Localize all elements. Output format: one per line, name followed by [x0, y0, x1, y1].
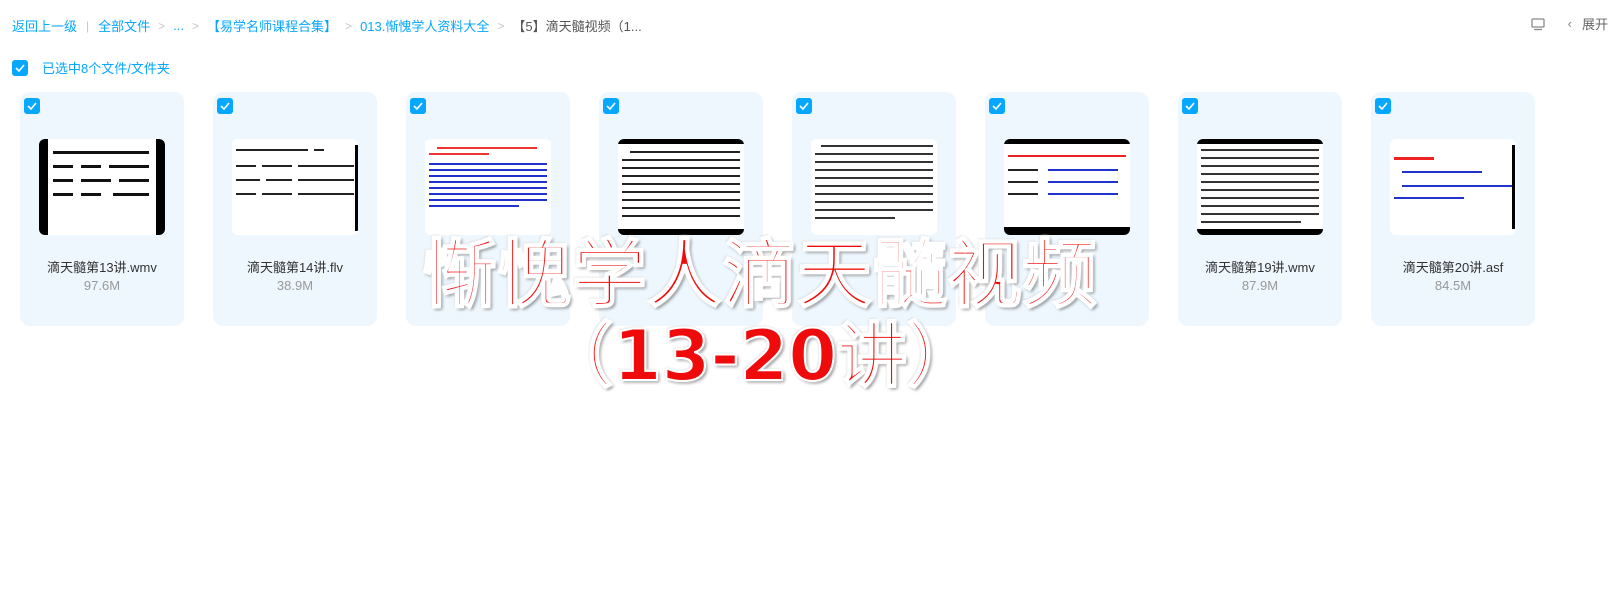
- file-checkbox[interactable]: [603, 98, 619, 114]
- check-icon: [606, 102, 616, 110]
- breadcrumb-separator: >: [158, 18, 166, 33]
- file-size: 38.9M: [276, 278, 314, 293]
- selection-count: 已选中8个文件/文件夹: [42, 61, 170, 76]
- breadcrumb-current: 【5】滴天髓视频（1...: [512, 19, 642, 34]
- file-thumbnail: [811, 139, 937, 235]
- file-thumbnail: [1004, 139, 1130, 235]
- file-checkbox[interactable]: [24, 98, 40, 114]
- file-thumbnail: [618, 139, 744, 235]
- monitor-icon[interactable]: [1530, 16, 1546, 32]
- breadcrumb-separator: >: [345, 18, 353, 33]
- breadcrumb-all-files[interactable]: 全部文件: [98, 16, 150, 35]
- file-checkbox[interactable]: [989, 98, 1005, 114]
- file-card[interactable]: 滴天髓第13讲.wmv 97.6M: [20, 92, 184, 326]
- breadcrumb-folder-courses[interactable]: 【易学名师课程合集】: [207, 16, 337, 35]
- file-checkbox[interactable]: [796, 98, 812, 114]
- divider: |: [86, 18, 90, 33]
- file-grid: 滴天髓第13讲.wmv 97.6M 滴天髓第14讲.flv 38.9M 滴天髓第…: [20, 92, 1610, 328]
- select-all-checkbox[interactable]: [12, 59, 28, 76]
- file-card[interactable]: 滴天髓第19讲.wmv 87.9M: [1178, 92, 1342, 326]
- file-card[interactable]: [599, 92, 763, 326]
- file-thumbnail: [232, 139, 358, 235]
- file-card[interactable]: [792, 92, 956, 326]
- file-card[interactable]: [406, 92, 570, 326]
- file-size: 97.6M: [83, 278, 121, 293]
- file-thumbnail: [1390, 139, 1516, 235]
- selection-bar: 已选中8个文件/文件夹: [12, 58, 170, 77]
- expand-button[interactable]: ‹ 展开: [1568, 14, 1608, 33]
- file-checkbox[interactable]: [217, 98, 233, 114]
- file-checkbox[interactable]: [1182, 98, 1198, 114]
- check-icon: [1378, 102, 1388, 110]
- file-checkbox[interactable]: [1375, 98, 1391, 114]
- file-card[interactable]: 滴天髓第20讲.asf 84.5M: [1371, 92, 1535, 326]
- expand-label: 展开: [1581, 17, 1608, 32]
- file-thumbnail: [425, 139, 551, 235]
- check-icon: [220, 102, 230, 110]
- file-card[interactable]: 滴天髓第14讲.flv 38.9M: [213, 92, 377, 326]
- file-card[interactable]: [985, 92, 1149, 326]
- file-name[interactable]: 滴天髓第14讲.flv: [213, 257, 377, 276]
- check-icon: [992, 102, 1002, 110]
- file-size: 84.5M: [1434, 278, 1472, 293]
- overlay-title-line2: （13-20讲）: [542, 314, 978, 397]
- file-name[interactable]: 滴天髓第13讲.wmv: [20, 257, 184, 276]
- chevron-left-icon: ‹: [1567, 16, 1572, 31]
- top-bar: 返回上一级 | 全部文件 > ... > 【易学名师课程合集】 > 013.惭愧…: [0, 0, 1622, 46]
- check-icon: [799, 102, 809, 110]
- back-link[interactable]: 返回上一级: [12, 16, 77, 35]
- breadcrumb: 返回上一级 | 全部文件 > ... > 【易学名师课程合集】 > 013.惭愧…: [12, 16, 642, 35]
- right-toolbar: ‹ 展开: [1530, 14, 1608, 33]
- file-thumbnail: [39, 139, 165, 235]
- file-name[interactable]: 滴天髓第19讲.wmv: [1178, 257, 1342, 276]
- check-icon: [27, 102, 37, 110]
- check-icon: [413, 102, 423, 110]
- breadcrumb-folder-materials[interactable]: 013.惭愧学人资料大全: [360, 16, 489, 35]
- check-icon: [15, 63, 25, 72]
- file-name[interactable]: 滴天髓第20讲.asf: [1371, 257, 1535, 276]
- breadcrumb-separator: >: [497, 18, 505, 33]
- file-size: 87.9M: [1241, 278, 1279, 293]
- check-icon: [1185, 102, 1195, 110]
- file-thumbnail: [1197, 139, 1323, 235]
- breadcrumb-separator: >: [192, 18, 200, 33]
- breadcrumb-ellipsis[interactable]: ...: [173, 18, 184, 33]
- file-checkbox[interactable]: [410, 98, 426, 114]
